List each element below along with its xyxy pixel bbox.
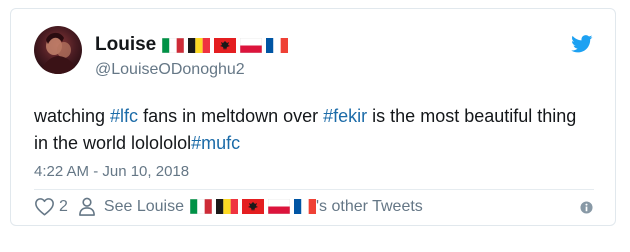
avatar[interactable] xyxy=(34,26,82,74)
albania-flag-icon xyxy=(214,37,237,53)
twitter-bird-icon[interactable] xyxy=(571,35,593,53)
see-other-tweets-link[interactable]: See Louise 's other Tweets xyxy=(78,197,423,216)
italy-flag-icon xyxy=(189,199,212,214)
other-tweets-flags xyxy=(189,199,320,214)
tweet-timestamp[interactable]: 4:22 AM - Jun 10, 2018 xyxy=(34,163,189,180)
france-flag-icon xyxy=(293,199,316,214)
other-tweets-prefix: See Louise xyxy=(103,197,184,215)
belgium-flag-icon xyxy=(215,199,238,214)
author-display-name[interactable]: Louise xyxy=(95,34,156,56)
info-icon[interactable] xyxy=(580,201,593,214)
author-handle[interactable]: @LouiseODonoghu2 xyxy=(95,61,245,79)
divider xyxy=(34,189,594,190)
like-button[interactable]: 2 xyxy=(34,197,68,216)
heart-icon xyxy=(35,198,54,216)
tweet-actions: 2 See Louise 's other Tweets xyxy=(34,197,423,216)
poland-flag-icon xyxy=(267,199,290,214)
author-name-row: Louise xyxy=(95,34,292,56)
author-flags xyxy=(162,37,292,53)
tweet-text: watching #lfc fans in meltdown over #fek… xyxy=(34,103,594,157)
albania-flag-icon xyxy=(241,199,264,214)
hashtag-lfc-link[interactable]: #lfc xyxy=(110,106,138,126)
hashtag-fekir-link[interactable]: #fekir xyxy=(323,106,367,126)
france-flag-icon xyxy=(266,37,289,53)
hashtag-mufc-link[interactable]: #mufc xyxy=(191,133,240,153)
like-count: 2 xyxy=(59,197,68,215)
italy-flag-icon xyxy=(162,37,185,53)
person-icon xyxy=(78,197,95,216)
tweet-text-segment: fans in meltdown over xyxy=(138,106,324,126)
tweet-card[interactable]: Louise @LouiseODonoghu2 watching #lfc fa… xyxy=(10,8,616,226)
poland-flag-icon xyxy=(240,37,263,53)
other-tweets-suffix: 's other Tweets xyxy=(315,197,423,215)
tweet-text-segment: watching xyxy=(34,106,111,126)
belgium-flag-icon xyxy=(188,37,211,53)
